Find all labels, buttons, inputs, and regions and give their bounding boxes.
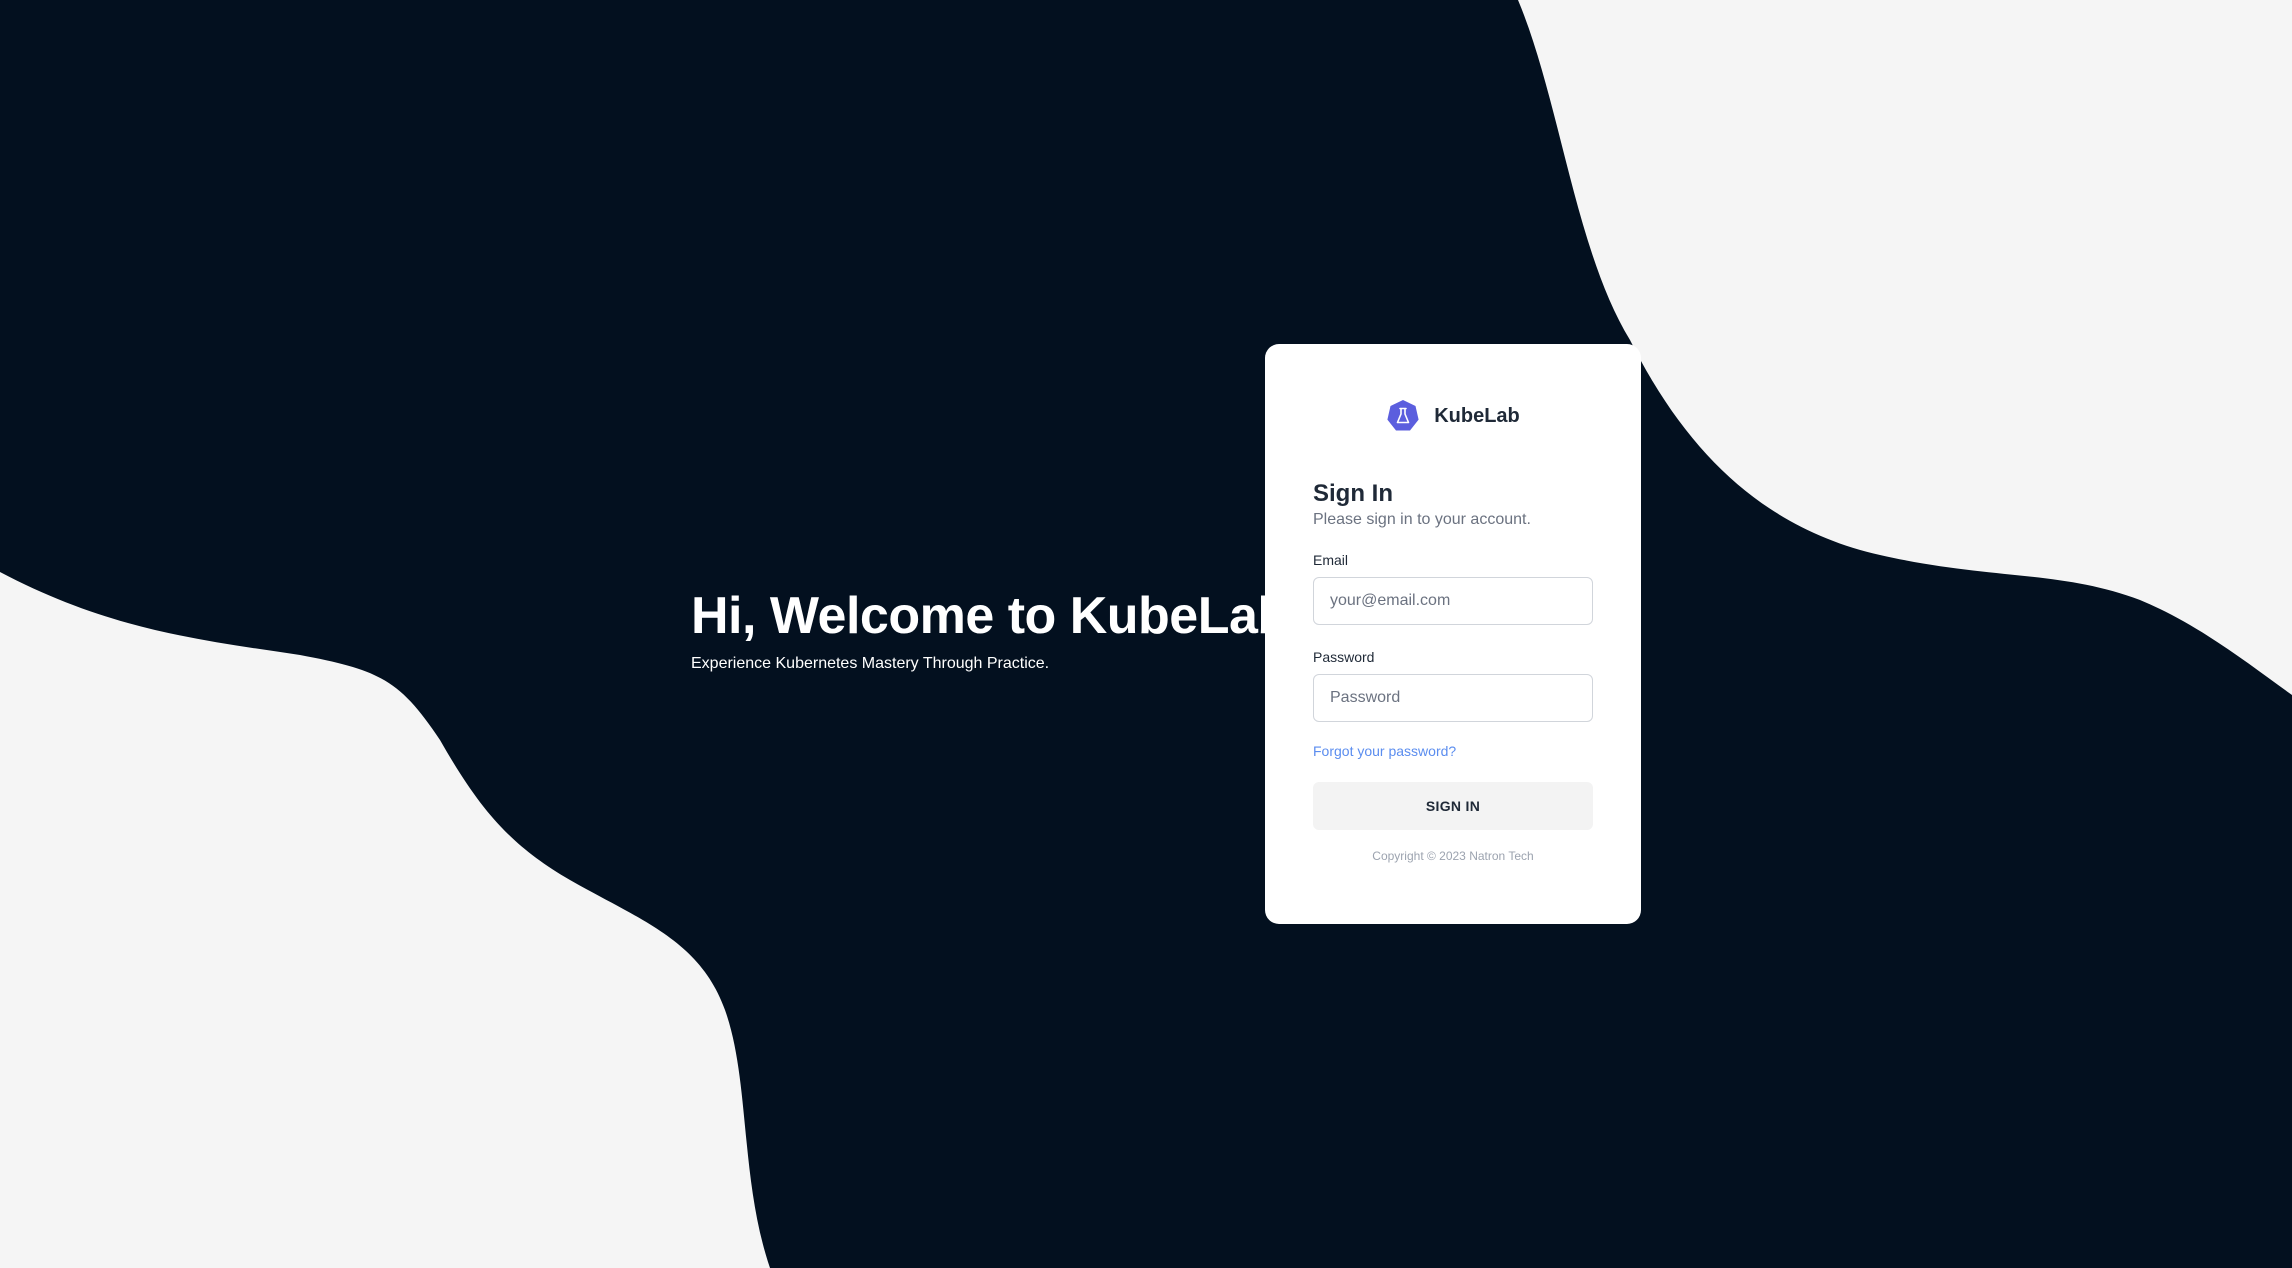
brand-name: KubeLab	[1434, 404, 1520, 427]
password-field[interactable]	[1313, 674, 1593, 722]
email-label: Email	[1313, 552, 1349, 568]
form-title: Sign In	[1313, 480, 1393, 507]
form-subtitle: Please sign in to your account.	[1313, 511, 1531, 528]
hero-section: Hi, Welcome to KubeLab Experience Kubern…	[691, 586, 1289, 674]
sign-in-form: Sign In Please sign in to your account. …	[1313, 480, 1593, 863]
email-field[interactable]	[1313, 577, 1593, 625]
forgot-password-link[interactable]: Forgot your password?	[1313, 743, 1456, 759]
brand-header: KubeLab	[1265, 399, 1641, 433]
hero-subtitle: Experience Kubernetes Mastery Through Pr…	[691, 655, 1050, 672]
password-label: Password	[1313, 649, 1375, 665]
sign-in-card: KubeLab Sign In Please sign in to your a…	[1265, 344, 1641, 924]
hero-title: Hi, Welcome to KubeLab	[691, 587, 1289, 645]
kubernetes-flask-icon	[1386, 399, 1420, 433]
copyright-text: Copyright © 2023 Natron Tech	[1372, 849, 1534, 863]
login-page: Hi, Welcome to KubeLab Experience Kubern…	[0, 0, 2292, 1268]
sign-in-button[interactable]: SIGN IN	[1313, 782, 1593, 830]
